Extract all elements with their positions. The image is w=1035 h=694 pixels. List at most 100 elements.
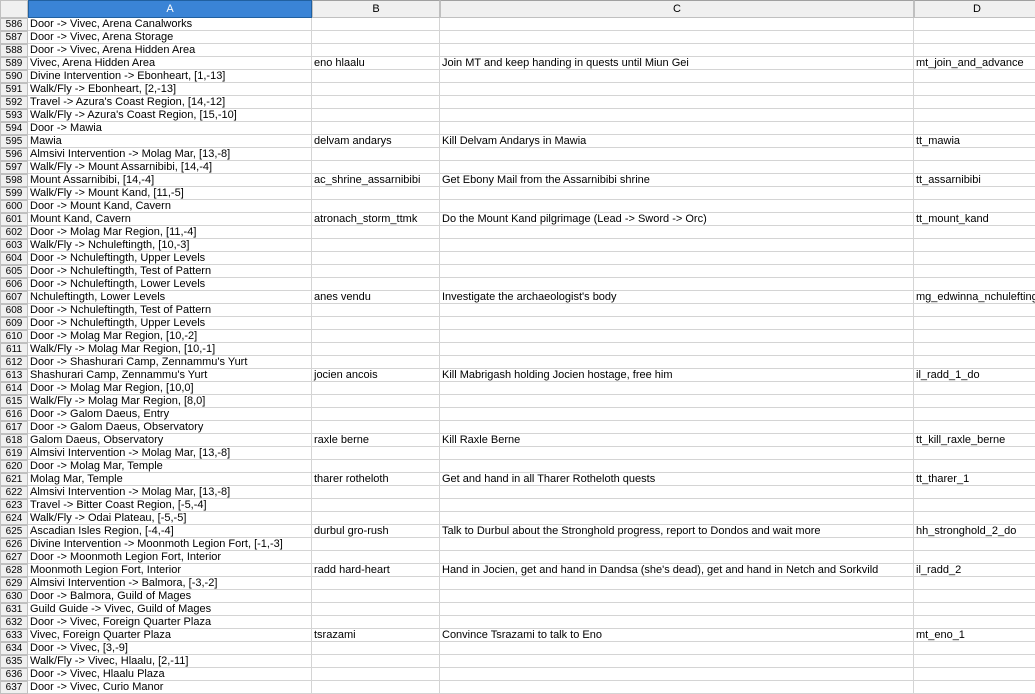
cell[interactable] bbox=[914, 44, 1035, 57]
cell[interactable]: Door -> Nchuleftingth, Test of Pattern bbox=[28, 304, 312, 317]
cell[interactable] bbox=[914, 226, 1035, 239]
cell[interactable]: Door -> Molag Mar Region, [10,0] bbox=[28, 382, 312, 395]
cell[interactable] bbox=[312, 486, 440, 499]
cell[interactable] bbox=[312, 200, 440, 213]
cell[interactable] bbox=[914, 460, 1035, 473]
column-header-b[interactable]: B bbox=[312, 0, 440, 18]
cell[interactable]: Divine Intervention -> Moonmoth Legion F… bbox=[28, 538, 312, 551]
cell[interactable] bbox=[312, 70, 440, 83]
cell[interactable] bbox=[312, 538, 440, 551]
row-header[interactable]: 591 bbox=[0, 83, 28, 96]
cell[interactable] bbox=[914, 538, 1035, 551]
cell[interactable] bbox=[312, 304, 440, 317]
cell[interactable]: Walk/Fly -> Odai Plateau, [-5,-5] bbox=[28, 512, 312, 525]
cell[interactable]: anes vendu bbox=[312, 291, 440, 304]
cell[interactable] bbox=[312, 44, 440, 57]
row-header[interactable]: 636 bbox=[0, 668, 28, 681]
cell[interactable]: tharer rotheloth bbox=[312, 473, 440, 486]
cell[interactable]: Mount Kand, Cavern bbox=[28, 213, 312, 226]
cell[interactable]: Almsivi Intervention -> Molag Mar, [13,-… bbox=[28, 148, 312, 161]
cell[interactable] bbox=[914, 382, 1035, 395]
cell[interactable] bbox=[914, 31, 1035, 44]
cell[interactable] bbox=[914, 304, 1035, 317]
cell[interactable] bbox=[440, 512, 914, 525]
row-header[interactable]: 619 bbox=[0, 447, 28, 460]
cell[interactable]: Door -> Vivec, Arena Hidden Area bbox=[28, 44, 312, 57]
row-header[interactable]: 614 bbox=[0, 382, 28, 395]
cell[interactable]: Almsivi Intervention -> Molag Mar, [13,-… bbox=[28, 486, 312, 499]
row-header[interactable]: 624 bbox=[0, 512, 28, 525]
cell[interactable] bbox=[440, 304, 914, 317]
cell[interactable]: Kill Mabrigash holding Jocien hostage, f… bbox=[440, 369, 914, 382]
cell[interactable] bbox=[440, 668, 914, 681]
cell[interactable]: Door -> Vivec, Foreign Quarter Plaza bbox=[28, 616, 312, 629]
cell[interactable]: mt_eno_1 bbox=[914, 629, 1035, 642]
cell[interactable] bbox=[914, 330, 1035, 343]
cell[interactable] bbox=[312, 590, 440, 603]
cell[interactable]: Kill Raxle Berne bbox=[440, 434, 914, 447]
cell[interactable]: Do the Mount Kand pilgrimage (Lead -> Sw… bbox=[440, 213, 914, 226]
cell[interactable] bbox=[914, 512, 1035, 525]
cell[interactable] bbox=[440, 460, 914, 473]
row-header[interactable]: 592 bbox=[0, 96, 28, 109]
row-header[interactable]: 632 bbox=[0, 616, 28, 629]
row-header[interactable]: 601 bbox=[0, 213, 28, 226]
cell[interactable] bbox=[440, 590, 914, 603]
cell[interactable]: Almsivi Intervention -> Molag Mar, [13,-… bbox=[28, 447, 312, 460]
cell[interactable] bbox=[914, 577, 1035, 590]
cell[interactable]: Door -> Galom Daeus, Entry bbox=[28, 408, 312, 421]
row-header[interactable]: 626 bbox=[0, 538, 28, 551]
row-header[interactable]: 629 bbox=[0, 577, 28, 590]
cell[interactable] bbox=[312, 239, 440, 252]
cell[interactable]: Hand in Jocien, get and hand in Dandsa (… bbox=[440, 564, 914, 577]
row-header[interactable]: 625 bbox=[0, 525, 28, 538]
column-header-c[interactable]: C bbox=[440, 0, 914, 18]
cell[interactable] bbox=[312, 343, 440, 356]
row-header[interactable]: 612 bbox=[0, 356, 28, 369]
cell[interactable]: Door -> Moonmoth Legion Fort, Interior bbox=[28, 551, 312, 564]
cell[interactable] bbox=[312, 265, 440, 278]
cell[interactable]: mg_edwinna_nchuleftingth bbox=[914, 291, 1035, 304]
cell[interactable]: Kill Delvam Andarys in Mawia bbox=[440, 135, 914, 148]
cell[interactable]: Moonmoth Legion Fort, Interior bbox=[28, 564, 312, 577]
row-header[interactable]: 611 bbox=[0, 343, 28, 356]
cell[interactable] bbox=[440, 70, 914, 83]
cell[interactable]: Almsivi Intervention -> Balmora, [-3,-2] bbox=[28, 577, 312, 590]
cell[interactable]: Door -> Shashurari Camp, Zennammu's Yurt bbox=[28, 356, 312, 369]
cell[interactable] bbox=[312, 447, 440, 460]
row-header[interactable]: 586 bbox=[0, 18, 28, 31]
cell[interactable] bbox=[312, 421, 440, 434]
cell[interactable] bbox=[312, 577, 440, 590]
cell[interactable] bbox=[312, 603, 440, 616]
cell[interactable]: Join MT and keep handing in quests until… bbox=[440, 57, 914, 70]
cell[interactable] bbox=[914, 317, 1035, 330]
cell[interactable]: Door -> Nchuleftingth, Lower Levels bbox=[28, 278, 312, 291]
row-header[interactable]: 608 bbox=[0, 304, 28, 317]
cell[interactable]: Galom Daeus, Observatory bbox=[28, 434, 312, 447]
cell[interactable]: Door -> Mawia bbox=[28, 122, 312, 135]
cell[interactable] bbox=[312, 109, 440, 122]
row-header[interactable]: 596 bbox=[0, 148, 28, 161]
cell[interactable] bbox=[440, 252, 914, 265]
cell[interactable] bbox=[440, 187, 914, 200]
cell[interactable] bbox=[440, 655, 914, 668]
cell[interactable] bbox=[440, 382, 914, 395]
cell[interactable]: Walk/Fly -> Vivec, Hlaalu, [2,-11] bbox=[28, 655, 312, 668]
cell[interactable] bbox=[312, 382, 440, 395]
cell[interactable] bbox=[312, 317, 440, 330]
cell[interactable] bbox=[440, 226, 914, 239]
cell[interactable]: tsrazami bbox=[312, 629, 440, 642]
cell[interactable] bbox=[914, 408, 1035, 421]
cell[interactable]: il_radd_2 bbox=[914, 564, 1035, 577]
cell[interactable]: Convince Tsrazami to talk to Eno bbox=[440, 629, 914, 642]
cell[interactable] bbox=[914, 265, 1035, 278]
cell[interactable]: Door -> Nchuleftingth, Upper Levels bbox=[28, 252, 312, 265]
cell[interactable] bbox=[914, 252, 1035, 265]
row-header[interactable]: 589 bbox=[0, 57, 28, 70]
cell[interactable] bbox=[312, 642, 440, 655]
cell[interactable] bbox=[312, 148, 440, 161]
row-header[interactable]: 616 bbox=[0, 408, 28, 421]
row-header[interactable]: 590 bbox=[0, 70, 28, 83]
cell[interactable] bbox=[440, 421, 914, 434]
cell[interactable] bbox=[312, 408, 440, 421]
